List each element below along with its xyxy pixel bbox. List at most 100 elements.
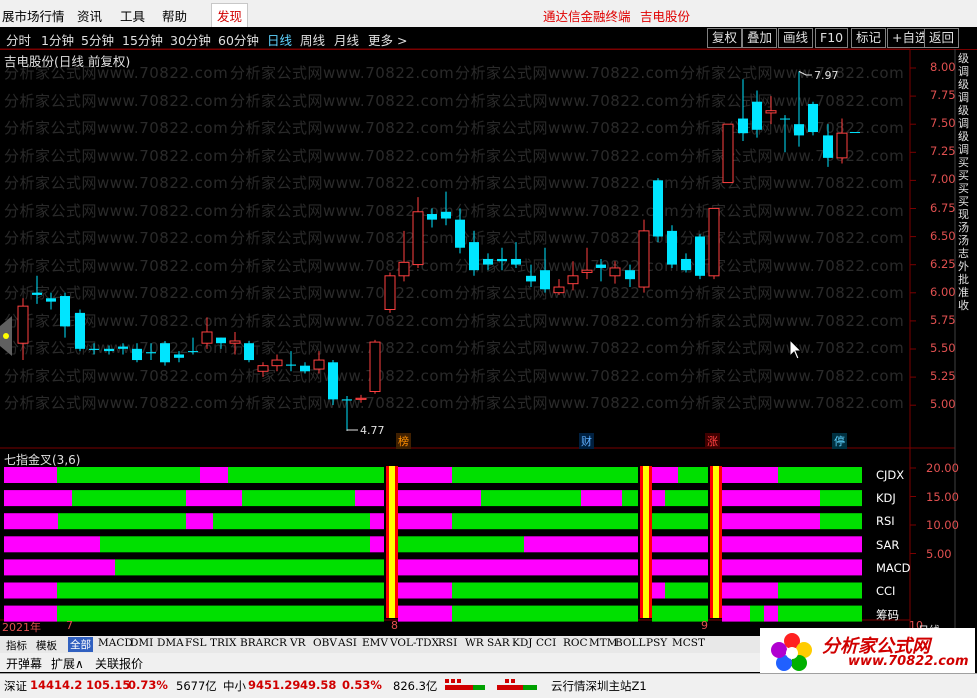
candle-body-down xyxy=(104,348,114,352)
candle-body-down xyxy=(32,292,42,295)
related-quote-button[interactable]: 关联报价 xyxy=(95,655,143,672)
indicator-bar-magenta xyxy=(398,490,481,507)
zx-index-value[interactable]: 9451.29 xyxy=(248,678,300,692)
golden-cross-stripe-center xyxy=(713,466,719,618)
indicator-bar-magenta xyxy=(722,559,862,576)
indicator-bar-magenta xyxy=(4,513,58,530)
low-annotation: 4.77 xyxy=(360,424,385,437)
indicator-row-label: CJDX xyxy=(876,468,905,482)
indicator-tab[interactable]: ASI xyxy=(338,637,357,649)
zx-label: 中小 xyxy=(223,679,246,693)
date-label: 9 xyxy=(701,619,708,632)
indicator-tab[interactable]: PSY xyxy=(646,637,667,649)
indicator-tab-selected[interactable]: 全部 xyxy=(68,637,93,652)
candle-body-up xyxy=(722,123,734,184)
indicator-bar-magenta xyxy=(4,582,57,599)
indicator-tab[interactable]: BRAR xyxy=(240,637,271,649)
indicator-tab[interactable]: TRIX xyxy=(210,637,237,649)
price-tick-label: 6.25 xyxy=(930,256,956,271)
server-status[interactable]: 云行情深圳主站Z1 xyxy=(551,678,647,694)
indicator-tab[interactable]: DMA xyxy=(157,637,184,649)
indicator-tab[interactable]: SAR xyxy=(487,637,510,649)
marker-text: 财 xyxy=(581,435,592,448)
indicator-row-label: MACD xyxy=(876,560,911,575)
indicator-bar-magenta xyxy=(722,536,862,553)
candle-body-down xyxy=(780,118,790,120)
indicator-tab[interactable]: OBV xyxy=(313,637,337,649)
price-tick-label: 5.75 xyxy=(930,312,956,327)
sz-index-pct: 0.73% xyxy=(128,678,168,692)
candle-body-down xyxy=(118,346,128,349)
candle-body-down xyxy=(160,343,170,363)
indicator-tab[interactable]: ROC xyxy=(563,637,588,649)
candle-body-up xyxy=(229,340,241,344)
candle-body-down xyxy=(46,298,56,302)
indicator-bar-magenta xyxy=(764,605,778,622)
candle-body-up xyxy=(581,269,593,273)
candle-body-down xyxy=(526,275,536,282)
candle-body-up xyxy=(412,211,424,266)
indicator-tab[interactable]: RSI xyxy=(438,637,457,649)
indicator-bar-green xyxy=(678,467,708,483)
indicator-tab[interactable]: WR xyxy=(465,637,484,649)
indicator-tab[interactable]: MTM xyxy=(589,637,618,649)
low-pointer xyxy=(346,429,358,431)
indicator-bar-green xyxy=(820,513,862,530)
high-annotation: 7.97 xyxy=(814,69,839,82)
indicator-tab[interactable]: CR xyxy=(271,637,287,649)
indicator-bar-green xyxy=(778,467,862,483)
indicator-bar-green xyxy=(100,536,370,553)
sz-index-value[interactable]: 14414.2 xyxy=(30,678,82,692)
indicator-row-label: KDJ xyxy=(876,491,896,506)
indicator-row-label: 筹码 xyxy=(876,608,899,623)
indicator-tab[interactable]: 指标 xyxy=(6,638,27,653)
price-tick-label: 7.25 xyxy=(930,144,956,159)
kline-chart[interactable] xyxy=(0,0,977,697)
candle-body-down xyxy=(511,258,521,265)
indicator-tab[interactable]: DMI xyxy=(130,637,153,649)
danmaku-button[interactable]: 开弹幕 xyxy=(6,655,42,672)
candle-body-down xyxy=(216,337,226,344)
indicator-tab[interactable]: VOL-TDX xyxy=(390,637,439,649)
candle-body-down xyxy=(132,348,142,361)
indicator-bar-magenta xyxy=(370,536,384,553)
mouse-cursor-icon xyxy=(789,338,803,360)
candle-body-down xyxy=(738,118,748,134)
stock-label: 吉电股份(日线 前复权) xyxy=(4,54,131,69)
zx-index-pct: 0.53% xyxy=(342,678,382,692)
indicator-bar-green xyxy=(72,490,186,507)
candle-body-down xyxy=(808,103,818,133)
sz-label: 深证 xyxy=(4,679,27,693)
candle-body-down xyxy=(455,219,465,248)
indicator-bar-magenta xyxy=(370,513,384,530)
golden-cross-stripe-center xyxy=(389,466,395,618)
indicator-tab[interactable]: CCI xyxy=(536,637,556,649)
indicator-tick-label: 20.00 xyxy=(926,461,959,475)
indicator-bar-green xyxy=(778,582,862,599)
bottom-button-bar: 开弹幕 扩展∧ 关联报价 xyxy=(0,653,820,672)
price-tick-label: 8.00 xyxy=(930,60,956,74)
indicator-bar-magenta xyxy=(186,513,213,530)
indicator-tab[interactable]: KDJ xyxy=(512,637,532,649)
candle-body-down xyxy=(823,135,833,158)
indicator-bar-magenta xyxy=(4,490,72,507)
indicator-tab[interactable]: MACD xyxy=(98,637,133,649)
candle-body-down xyxy=(75,312,85,349)
expand-button[interactable]: 扩展∧ xyxy=(51,655,84,672)
candle-body-down xyxy=(794,124,804,136)
candle-body-down xyxy=(174,354,184,358)
indicator-bar-green xyxy=(115,559,384,576)
indicator-tab[interactable]: EMV xyxy=(362,637,388,649)
indicator-tab[interactable]: VR xyxy=(290,637,306,649)
price-tick-label: 6.50 xyxy=(930,228,956,243)
indicator-tab[interactable]: MCST xyxy=(672,637,705,649)
indicator-tab[interactable]: FSL xyxy=(185,637,206,649)
indicator-bar-green xyxy=(481,490,581,507)
indicator-tab[interactable]: 模板 xyxy=(36,638,57,653)
indicator-bar-magenta xyxy=(722,490,820,507)
candle-body-down xyxy=(653,180,663,237)
indicator-bar-green xyxy=(242,490,355,507)
indicator-row-label: CCI xyxy=(876,584,896,598)
logo-url: www.70822.com xyxy=(848,654,969,669)
indicator-tab[interactable]: BOLL xyxy=(615,637,645,649)
